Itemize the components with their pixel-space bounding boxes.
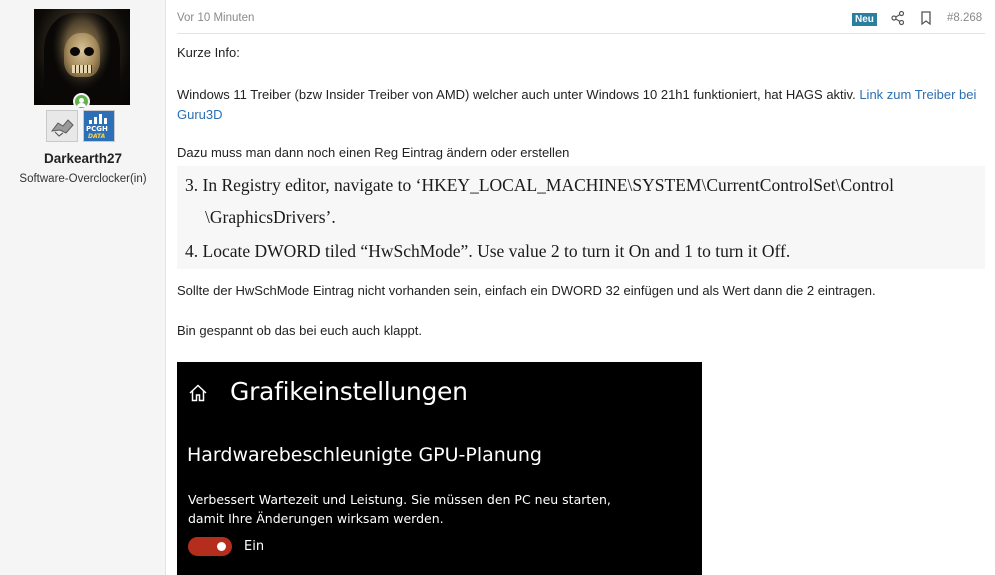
post-paragraph-closing: Bin gespannt ob das bei euch auch klappt… (177, 323, 423, 338)
avatar[interactable] (34, 9, 130, 105)
handshake-badge-icon[interactable] (46, 110, 78, 142)
gpu-scheduling-toggle (188, 537, 232, 556)
post-paragraph-driver: Windows 11 Treiber (bzw Insider Treiber … (177, 85, 985, 125)
share-icon[interactable] (890, 10, 906, 26)
pcgh-badge-subtext: DATA (88, 133, 106, 140)
post-header: Vor 10 Minuten Neu #8.268 (177, 8, 985, 34)
registry-instructions-image: 3. In Registry editor, navigate to ‘HKEY… (177, 166, 985, 269)
post-timestamp[interactable]: Vor 10 Minuten (177, 12, 254, 24)
post-number-link[interactable]: #8.268 (947, 12, 982, 24)
new-badge: Neu (852, 13, 877, 26)
pcgh-data-badge-icon[interactable]: PCGH DATA (83, 110, 115, 142)
post-paragraph-dword: Sollte der HwSchMode Eintrag nicht vorha… (177, 283, 876, 298)
toggle-label: Ein (244, 539, 265, 554)
user-title: Software-Overclocker(in) (19, 173, 147, 185)
pcgh-badge-text: PCGH (86, 125, 108, 133)
settings-description: Verbessert Wartezeit und Leistung. Sie m… (188, 492, 611, 526)
username-link[interactable]: Darkearth27 (0, 151, 166, 166)
post-paragraph-intro: Kurze Info: (177, 45, 240, 60)
post-paragraph-registry: Dazu muss man dann noch einen Reg Eintra… (177, 145, 570, 160)
bookmark-icon[interactable] (918, 10, 934, 26)
settings-title: Grafikeinstellungen (230, 377, 468, 406)
settings-subtitle: Hardwarebeschleunigte GPU-Planung (187, 444, 542, 466)
registry-step-3: 3. In Registry editor, navigate to ‘HKEY… (185, 175, 894, 195)
registry-step-4: 4. Locate DWORD tiled “HwSchMode”. Use v… (185, 241, 791, 261)
user-sidebar: PCGH DATA Darkearth27 Software-Overclock… (0, 0, 166, 575)
windows-settings-screenshot: Grafikeinstellungen Hardwarebeschleunigt… (177, 362, 702, 575)
driver-text: Windows 11 Treiber (bzw Insider Treiber … (177, 87, 860, 102)
online-status-icon (73, 93, 90, 110)
home-icon (189, 384, 207, 402)
registry-step-3-continued: \GraphicsDrivers’. (205, 207, 336, 227)
